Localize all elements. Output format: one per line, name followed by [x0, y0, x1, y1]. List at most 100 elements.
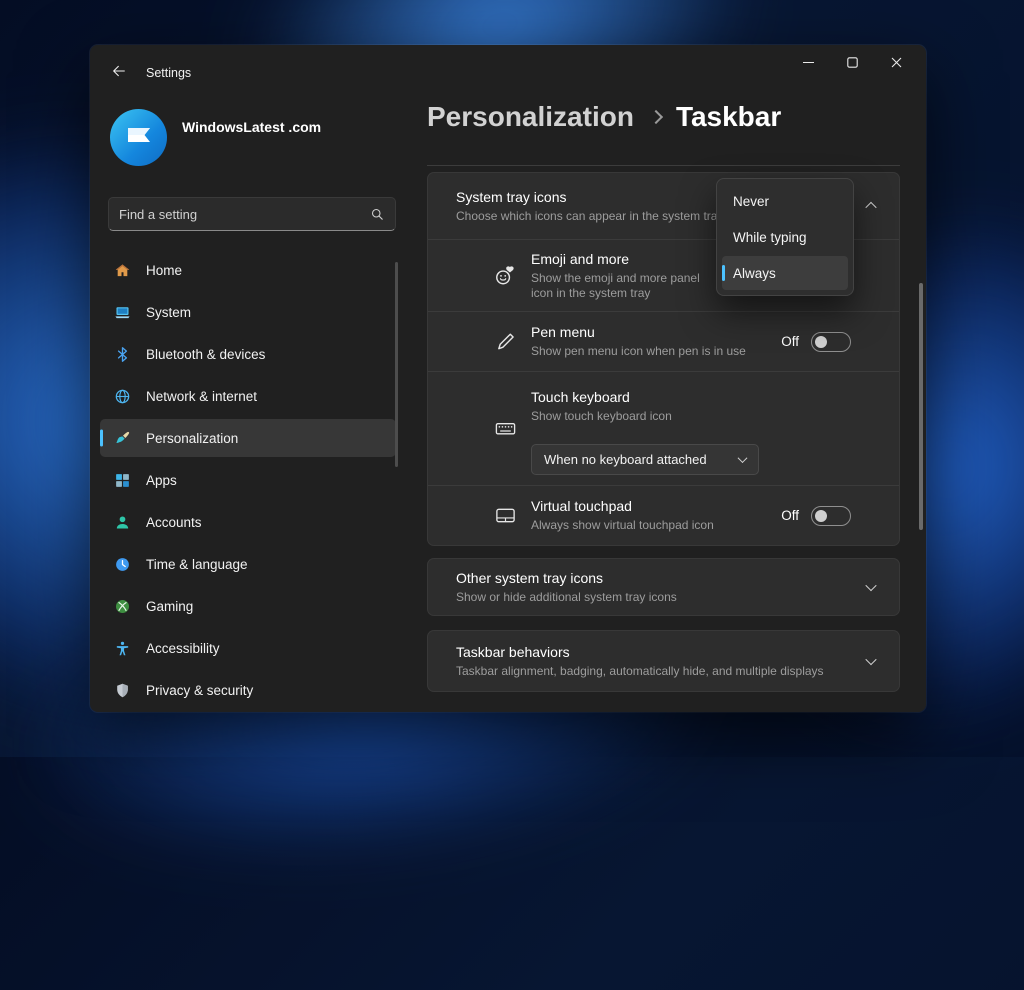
card-title: Taskbar behaviors	[456, 644, 867, 661]
back-button[interactable]	[102, 58, 136, 88]
profile-avatar[interactable]	[110, 109, 167, 166]
chevron-down-icon	[738, 453, 748, 463]
sidebar-item-label: Personalization	[146, 431, 238, 446]
search-icon	[370, 207, 395, 222]
toggle-knob	[815, 336, 827, 348]
option-label: Never	[733, 194, 769, 209]
sidebar-item-accessibility[interactable]: Accessibility	[100, 629, 396, 667]
tray-visibility-dropdown-flyout: Never While typing Always	[716, 178, 854, 296]
sidebar-item-label: Apps	[146, 473, 177, 488]
row-subtitle: Show the emoji and more panel icon in th…	[531, 271, 705, 300]
accessibility-icon	[113, 639, 131, 657]
window-title: Settings	[146, 66, 191, 80]
virtual-touchpad-toggle[interactable]	[811, 506, 851, 526]
pen-menu-row: Pen menu Show pen menu icon when pen is …	[428, 311, 899, 371]
close-button[interactable]	[874, 49, 918, 79]
chevron-down-icon[interactable]	[865, 654, 876, 665]
sidebar-item-personalization[interactable]: Personalization	[100, 419, 396, 457]
maximize-icon	[847, 55, 858, 73]
pen-menu-toggle[interactable]	[811, 332, 851, 352]
main-scrollbar[interactable]	[919, 283, 923, 530]
sidebar-item-system[interactable]: System	[100, 293, 396, 331]
time-language-icon	[113, 555, 131, 573]
sidebar-item-label: Home	[146, 263, 182, 278]
touch-keyboard-icon	[492, 416, 518, 442]
card-title: Other system tray icons	[456, 570, 867, 587]
desktop: { "colors": { "accent": "#4CC2FF", "wind…	[0, 0, 1024, 757]
windowslatest-logo-icon	[124, 120, 154, 155]
privacy-shield-icon	[113, 681, 131, 699]
sidebar-item-bluetooth-devices[interactable]: Bluetooth & devices	[100, 335, 396, 373]
toggle-knob	[815, 510, 827, 522]
search-box	[108, 197, 396, 231]
profile-name: WindowsLatest .com	[182, 119, 321, 135]
row-title: Touch keyboard	[531, 389, 875, 406]
chevron-up-icon[interactable]	[865, 202, 876, 213]
emoji-icon	[492, 263, 518, 289]
sidebar-item-gaming[interactable]: Gaming	[100, 587, 396, 625]
touch-keyboard-row: Touch keyboard Show touch keyboard icon …	[428, 371, 899, 485]
pen-icon	[492, 329, 518, 355]
back-arrow-icon	[111, 63, 127, 84]
close-icon	[891, 55, 902, 73]
window-controls	[786, 49, 918, 79]
select-value: When no keyboard attached	[544, 452, 707, 467]
card-subtitle: Taskbar alignment, badging, automaticall…	[456, 664, 867, 679]
row-subtitle: Always show virtual touchpad icon	[531, 518, 714, 533]
row-title: Emoji and more	[531, 251, 705, 268]
header-divider	[427, 165, 900, 166]
toggle-state-label: Off	[781, 508, 799, 523]
search-input[interactable]	[109, 207, 370, 222]
dropdown-option-while-typing[interactable]: While typing	[722, 220, 848, 254]
row-subtitle: Show pen menu icon when pen is in use	[531, 344, 746, 359]
sidebar-item-label: Bluetooth & devices	[146, 347, 265, 362]
accounts-icon	[113, 513, 131, 531]
sidebar-item-privacy-security[interactable]: Privacy & security	[100, 671, 396, 709]
row-title: Pen menu	[531, 324, 746, 341]
gaming-icon	[113, 597, 131, 615]
personalization-icon	[113, 429, 131, 447]
sidebar-item-label: Accessibility	[146, 641, 220, 656]
dropdown-option-never[interactable]: Never	[722, 184, 848, 218]
home-icon	[113, 261, 131, 279]
sidebar-item-label: Network & internet	[146, 389, 257, 404]
other-system-tray-icons-card[interactable]: Other system tray icons Show or hide add…	[427, 558, 900, 616]
row-title: Virtual touchpad	[531, 498, 714, 515]
system-icon	[113, 303, 131, 321]
toggle-state-label: Off	[781, 334, 799, 349]
chevron-down-icon[interactable]	[865, 580, 876, 591]
breadcrumb-parent[interactable]: Personalization	[427, 101, 634, 133]
sidebar-item-label: Privacy & security	[146, 683, 253, 698]
bluetooth-icon	[113, 345, 131, 363]
sidebar-scrollbar[interactable]	[395, 262, 398, 467]
sidebar-item-network-internet[interactable]: Network & internet	[100, 377, 396, 415]
sidebar-item-time-language[interactable]: Time & language	[100, 545, 396, 583]
virtual-touchpad-row: Virtual touchpad Always show virtual tou…	[428, 485, 899, 545]
virtual-touchpad-icon	[492, 503, 518, 529]
sidebar-item-label: Accounts	[146, 515, 202, 530]
dropdown-option-always[interactable]: Always	[722, 256, 848, 290]
sidebar-item-accounts[interactable]: Accounts	[100, 503, 396, 541]
apps-icon	[113, 471, 131, 489]
option-label: Always	[733, 266, 776, 281]
sidebar-item-apps[interactable]: Apps	[100, 461, 396, 499]
minimize-icon	[803, 55, 814, 73]
sidebar-nav: Home System Bluetooth & devices Network …	[100, 251, 396, 712]
taskbar-behaviors-card[interactable]: Taskbar behaviors Taskbar alignment, bad…	[427, 630, 900, 692]
row-subtitle: Show touch keyboard icon	[531, 409, 875, 424]
card-subtitle: Show or hide additional system tray icon…	[456, 590, 867, 605]
selection-indicator	[100, 430, 103, 447]
sidebar-item-label: Time & language	[146, 557, 248, 572]
settings-window: Settings WindowsLatest .com Home System	[90, 45, 926, 712]
network-icon	[113, 387, 131, 405]
maximize-button[interactable]	[830, 49, 874, 79]
sidebar-item-home[interactable]: Home	[100, 251, 396, 289]
breadcrumb: Personalization Taskbar	[427, 101, 781, 133]
touch-keyboard-select[interactable]: When no keyboard attached	[531, 444, 759, 475]
sidebar-item-label: Gaming	[146, 599, 193, 614]
breadcrumb-current: Taskbar	[676, 101, 781, 133]
minimize-button[interactable]	[786, 49, 830, 79]
sidebar-item-label: System	[146, 305, 191, 320]
chevron-right-icon	[649, 110, 663, 124]
option-label: While typing	[733, 230, 807, 245]
